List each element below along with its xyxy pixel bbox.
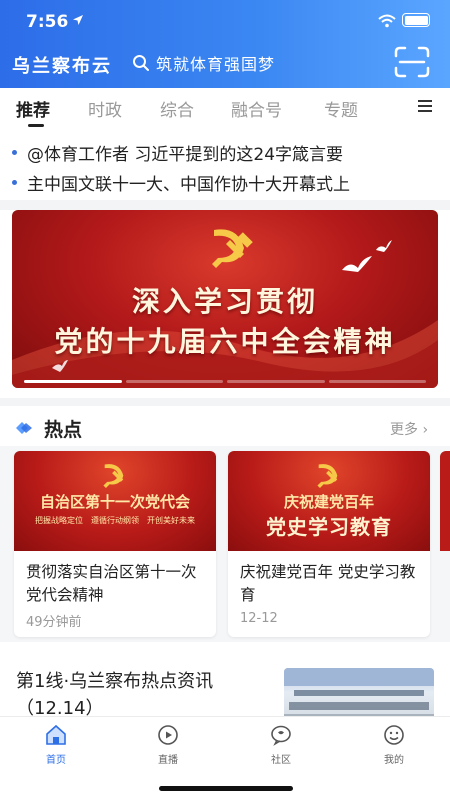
card-time: 49分钟前: [26, 615, 82, 630]
news-item[interactable]: 第1线·乌兰察布热点资讯（12.14）: [0, 656, 450, 730]
more-link[interactable]: 更多 ›: [390, 419, 428, 439]
hot-topic-icon: [16, 422, 32, 434]
tab-topics[interactable]: 专题: [324, 96, 358, 121]
tab-recommend[interactable]: 推荐: [16, 96, 50, 121]
nav-label: 社区: [271, 755, 291, 766]
card-title: 庆祝建党百年 党史学习教育: [240, 563, 416, 604]
nav-label: 我的: [384, 755, 404, 766]
banner-headline-2: 党的十九届六中全会精神: [54, 325, 396, 358]
battery-icon: [402, 13, 430, 27]
ticker-item[interactable]: 主中国文联十一大、中国作协十大开幕式上: [12, 170, 350, 195]
carousel-dot[interactable]: [24, 380, 122, 383]
party-emblem-icon: [212, 229, 253, 268]
section-divider: [0, 398, 450, 406]
carousel-dot[interactable]: [328, 380, 426, 383]
tab-politics[interactable]: 时政: [88, 96, 122, 121]
app-header: 7:56 乌兰察布云 筑就体育强国梦: [0, 0, 450, 88]
party-emblem-icon: [103, 464, 124, 489]
nav-community[interactable]: 社区: [251, 723, 311, 766]
thumb-heading-2: 党史学习教育: [266, 515, 392, 539]
hot-card[interactable]: 庆祝建党百年 党史学习教育 庆祝建党百年 党史学习教育 12-12: [228, 451, 430, 637]
location-arrow-icon: [73, 15, 83, 25]
menu-icon[interactable]: [418, 100, 432, 112]
ticker-text: @体育工作者 习近平提到的这24字箴言要: [27, 144, 344, 165]
banner-headline-1: 深入学习贯彻: [131, 285, 318, 318]
thumb-tags: 把握战略定位 遵循行动纲领 开创美好未来: [35, 516, 195, 525]
news-title: 第1线·乌兰察布热点资讯（12.14）: [16, 671, 214, 719]
section-title: 热点: [44, 419, 83, 441]
thumb-heading: 自治区第十一次党代会: [39, 493, 190, 511]
nav-label: 首页: [46, 755, 66, 766]
tab-media[interactable]: 融合号: [231, 96, 282, 121]
scan-icon[interactable]: [392, 44, 432, 80]
nav-label: 直播: [158, 755, 178, 766]
community-icon: [271, 725, 291, 746]
carousel-dot[interactable]: [227, 380, 325, 383]
nav-home[interactable]: 首页: [26, 723, 86, 766]
category-tabs: 推荐 时政 综合 融合号 专题: [0, 88, 450, 130]
wifi-icon: [378, 14, 396, 28]
card-thumbnail: 自治区第十一次党代会 把握战略定位 遵循行动纲领 开创美好未来: [14, 451, 216, 551]
nav-profile[interactable]: 我的: [364, 723, 424, 766]
tab-general[interactable]: 综合: [160, 96, 194, 121]
status-bar: 7:56: [0, 0, 450, 44]
hot-card-peek[interactable]: [440, 451, 450, 551]
home-icon: [46, 724, 66, 745]
active-tab-indicator: [28, 124, 44, 127]
app-brand: 乌兰察布云: [12, 56, 112, 77]
card-title: 贯彻落实自治区第十一次党代会精神: [26, 563, 197, 604]
dove-icon: [342, 240, 392, 272]
bullet-dot: [12, 149, 17, 155]
home-indicator: [159, 786, 293, 791]
ticker-text: 主中国文联十一大、中国作协十大开幕式上: [27, 174, 350, 195]
carousel-dot[interactable]: [125, 380, 223, 383]
banner-carousel[interactable]: 深入学习贯彻 党的十九届六中全会精神: [12, 210, 438, 388]
status-time: 7:56: [26, 12, 69, 32]
profile-icon: [384, 725, 404, 745]
ticker-item[interactable]: @体育工作者 习近平提到的这24字箴言要: [12, 140, 344, 165]
bullet-dot: [12, 179, 17, 185]
search-icon: [133, 55, 149, 71]
live-icon: [158, 725, 178, 745]
card-thumbnail: 庆祝建党百年 党史学习教育: [228, 451, 430, 551]
party-emblem-icon: [317, 464, 338, 489]
card-time: 12-12: [240, 611, 278, 626]
dove-icon: [52, 360, 68, 372]
section-divider: [0, 200, 450, 210]
carousel-indicator: [24, 380, 426, 383]
hot-card[interactable]: 自治区第十一次党代会 把握战略定位 遵循行动纲领 开创美好未来 贯彻落实自治区第…: [14, 451, 216, 637]
hot-section-header: 热点 更多 ›: [0, 410, 450, 446]
nav-live[interactable]: 直播: [138, 723, 198, 766]
hot-cards-scroller[interactable]: 自治区第十一次党代会 把握战略定位 遵循行动纲领 开创美好未来 贯彻落实自治区第…: [0, 446, 450, 642]
search-bar[interactable]: 筑就体育强国梦: [132, 51, 275, 75]
search-placeholder: 筑就体育强国梦: [156, 55, 276, 74]
thumb-heading: 庆祝建党百年: [283, 493, 374, 511]
headline-ticker: @体育工作者 习近平提到的这24字箴言要 主中国文联十一大、中国作协十大开幕式上: [0, 132, 450, 200]
